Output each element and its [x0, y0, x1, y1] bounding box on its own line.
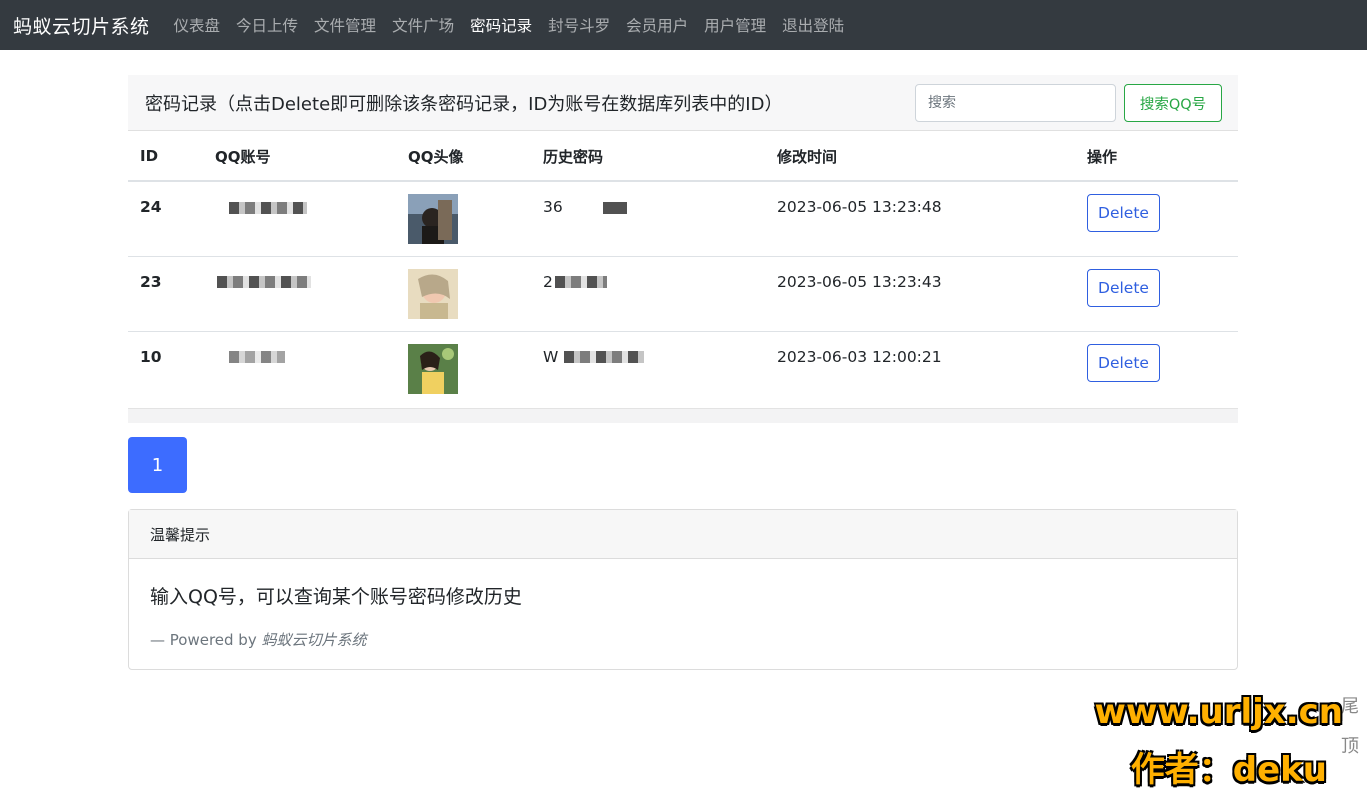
powered-by-name: 蚂蚁云切片系统: [261, 631, 367, 649]
nav-item-password-records[interactable]: 密码记录: [470, 14, 532, 36]
delete-button[interactable]: Delete: [1087, 268, 1160, 307]
row-password: 2: [531, 256, 765, 332]
nav-item-file-square[interactable]: 文件广场: [392, 14, 454, 36]
col-header-id: ID: [128, 132, 203, 182]
row-id: 23: [128, 256, 203, 332]
table-header-row: ID QQ账号 QQ头像 历史密码 修改时间 操作: [128, 132, 1238, 182]
tip-body: 输入QQ号，可以查询某个账号密码修改历史: [150, 586, 522, 608]
row-qq-account: [203, 181, 396, 257]
redacted-qq: [229, 351, 285, 363]
col-header-password: 历史密码: [531, 132, 765, 182]
watermark-url: www.urljx.cn: [1094, 692, 1343, 732]
top-navbar: 蚂蚁云切片系统 仪表盘 今日上传 文件管理 文件广场 密码记录 封号斗罗 会员用…: [0, 0, 1367, 50]
col-header-action: 操作: [1075, 132, 1238, 182]
redacted-qq: [217, 276, 311, 288]
row-avatar-cell: [396, 181, 531, 257]
search-input[interactable]: [915, 84, 1116, 122]
tip-card: 温馨提示 输入QQ号，可以查询某个账号密码修改历史 — Powered by 蚂…: [128, 509, 1238, 670]
nav-item-file-manage[interactable]: 文件管理: [314, 14, 376, 36]
redacted-password: [602, 201, 627, 214]
nav-item-dashboard[interactable]: 仪表盘: [174, 14, 221, 36]
tip-header: 温馨提示: [129, 510, 1237, 559]
row-time: 2023-06-05 13:23:43: [765, 256, 1075, 332]
scroll-top-tab[interactable]: 顶: [1333, 732, 1367, 758]
nav-item-ban[interactable]: 封号斗罗: [548, 14, 610, 36]
redacted-qq: [229, 201, 307, 214]
card-footer: [128, 408, 1238, 423]
delete-button[interactable]: Delete: [1087, 194, 1160, 232]
qq-avatar-image: [408, 194, 458, 244]
col-header-time: 修改时间: [765, 132, 1075, 182]
row-avatar-cell: [396, 256, 531, 332]
panel-title: 密码记录（点击Delete即可删除该条密码记录，ID为账号在数据库列表中的ID）: [145, 94, 783, 115]
col-header-qq: QQ账号: [203, 132, 396, 182]
nav-item-logout[interactable]: 退出登陆: [782, 14, 844, 36]
row-password: 36: [531, 181, 765, 257]
card-header: 密码记录（点击Delete即可删除该条密码记录，ID为账号在数据库列表中的ID）…: [128, 75, 1238, 131]
pagination-page-button[interactable]: 1: [128, 437, 187, 493]
redacted-password: [554, 276, 607, 288]
row-id: 24: [128, 181, 203, 257]
brand-title[interactable]: 蚂蚁云切片系统: [13, 12, 150, 39]
col-header-avatar: QQ头像: [396, 132, 531, 182]
row-qq-account: [203, 256, 396, 332]
table-row: 24 36 2023-06-05 13:23:48 Delete: [128, 181, 1238, 257]
nav-item-members[interactable]: 会员用户: [626, 14, 688, 36]
nav-item-today-upload[interactable]: 今日上传: [236, 14, 298, 36]
tip-footer: — Powered by 蚂蚁云切片系统: [150, 631, 367, 649]
nav-item-user-manage[interactable]: 用户管理: [704, 14, 766, 36]
qq-avatar-image: [408, 343, 458, 394]
table-row: 23 2 2023-06-05 13:23:43 Delete: [128, 256, 1238, 332]
redacted-password: [564, 351, 645, 363]
delete-button[interactable]: Delete: [1087, 343, 1160, 382]
qq-avatar-image: [408, 268, 458, 319]
password-records-card: 密码记录（点击Delete即可删除该条密码记录，ID为账号在数据库列表中的ID）…: [128, 75, 1238, 423]
search-qq-button[interactable]: 搜索QQ号: [1124, 84, 1222, 122]
watermark-author: 作者：deku: [1130, 750, 1327, 790]
records-table: ID QQ账号 QQ头像 历史密码 修改时间 操作 24 36 2023-06-…: [128, 132, 1238, 421]
row-time: 2023-06-05 13:23:48: [765, 181, 1075, 257]
row-action: Delete: [1075, 256, 1238, 332]
row-action: Delete: [1075, 181, 1238, 257]
